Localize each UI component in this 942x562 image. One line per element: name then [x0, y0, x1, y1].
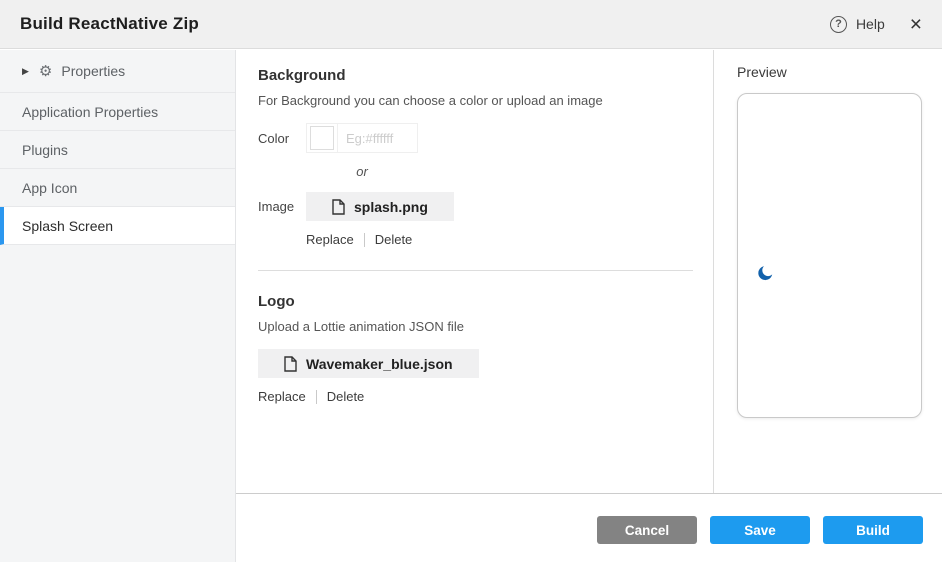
preview-panel: Preview [713, 50, 942, 493]
sidebar-item-app-icon[interactable]: App Icon [0, 169, 235, 207]
sidebar-item-properties[interactable]: ▶ ⚙ Properties [0, 50, 235, 93]
background-image-file-chip[interactable]: splash.png [306, 192, 454, 221]
replace-link[interactable]: Replace [258, 389, 306, 404]
logo-filename: Wavemaker_blue.json [306, 356, 453, 372]
logo-section-description: Upload a Lottie animation JSON file [258, 319, 693, 334]
lottie-animation-crescent-icon [757, 265, 773, 281]
image-label: Image [258, 192, 306, 214]
sidebar-item-plugins[interactable]: Plugins [0, 131, 235, 169]
sidebar-item-splash-screen[interactable]: Splash Screen [0, 207, 235, 245]
gear-icon: ⚙ [39, 64, 52, 79]
color-label: Color [258, 123, 306, 146]
color-hex-input[interactable] [337, 124, 417, 152]
main-content: Background For Background you can choose… [236, 50, 713, 493]
or-separator-label: or [306, 164, 418, 179]
color-field-row: Color [258, 123, 693, 153]
document-icon [284, 356, 297, 372]
logo-section: Logo Upload a Lottie animation JSON file… [258, 293, 693, 404]
sidebar: ▶ ⚙ Properties Application Properties Pl… [0, 50, 236, 562]
dialog-title: Build ReactNative Zip [20, 14, 199, 34]
sidebar-item-label: App Icon [22, 180, 77, 196]
color-input-group [306, 123, 418, 153]
sidebar-item-label: Plugins [22, 142, 68, 158]
image-field-row: Image splash.png [258, 192, 693, 221]
build-reactnative-dialog: Build ReactNative Zip ? Help × ▶ ⚙ Prope… [0, 0, 942, 562]
link-divider [316, 390, 317, 404]
document-icon [332, 199, 345, 215]
logo-file-chip[interactable]: Wavemaker_blue.json [258, 349, 479, 378]
expander-triangle-icon[interactable]: ▶ [22, 66, 29, 77]
build-button[interactable]: Build [823, 516, 923, 544]
link-divider [364, 233, 365, 247]
save-button[interactable]: Save [710, 516, 810, 544]
dialog-footer: Cancel Save Build [236, 493, 942, 562]
dialog-header: Build ReactNative Zip ? Help × [0, 0, 942, 49]
background-file-actions: Replace Delete [306, 232, 693, 247]
splash-preview-frame [737, 93, 922, 418]
sidebar-properties-label: Properties [61, 63, 125, 79]
background-section-description: For Background you can choose a color or… [258, 93, 693, 108]
background-section-title: Background [258, 67, 693, 84]
logo-file-actions: Replace Delete [258, 389, 693, 404]
help-icon[interactable]: ? [830, 16, 847, 33]
delete-link[interactable]: Delete [375, 232, 413, 247]
help-link[interactable]: Help [856, 16, 885, 32]
preview-title: Preview [737, 64, 942, 80]
sidebar-item-application-properties[interactable]: Application Properties [0, 93, 235, 131]
sidebar-item-label: Splash Screen [22, 218, 113, 234]
background-image-filename: splash.png [354, 199, 428, 215]
close-icon[interactable]: × [910, 14, 922, 35]
section-divider [258, 270, 693, 271]
color-swatch[interactable] [310, 126, 334, 150]
logo-section-title: Logo [258, 293, 693, 310]
cancel-button[interactable]: Cancel [597, 516, 697, 544]
header-actions: ? Help × [830, 14, 922, 35]
sidebar-item-label: Application Properties [22, 104, 158, 120]
replace-link[interactable]: Replace [306, 232, 354, 247]
delete-link[interactable]: Delete [327, 389, 365, 404]
